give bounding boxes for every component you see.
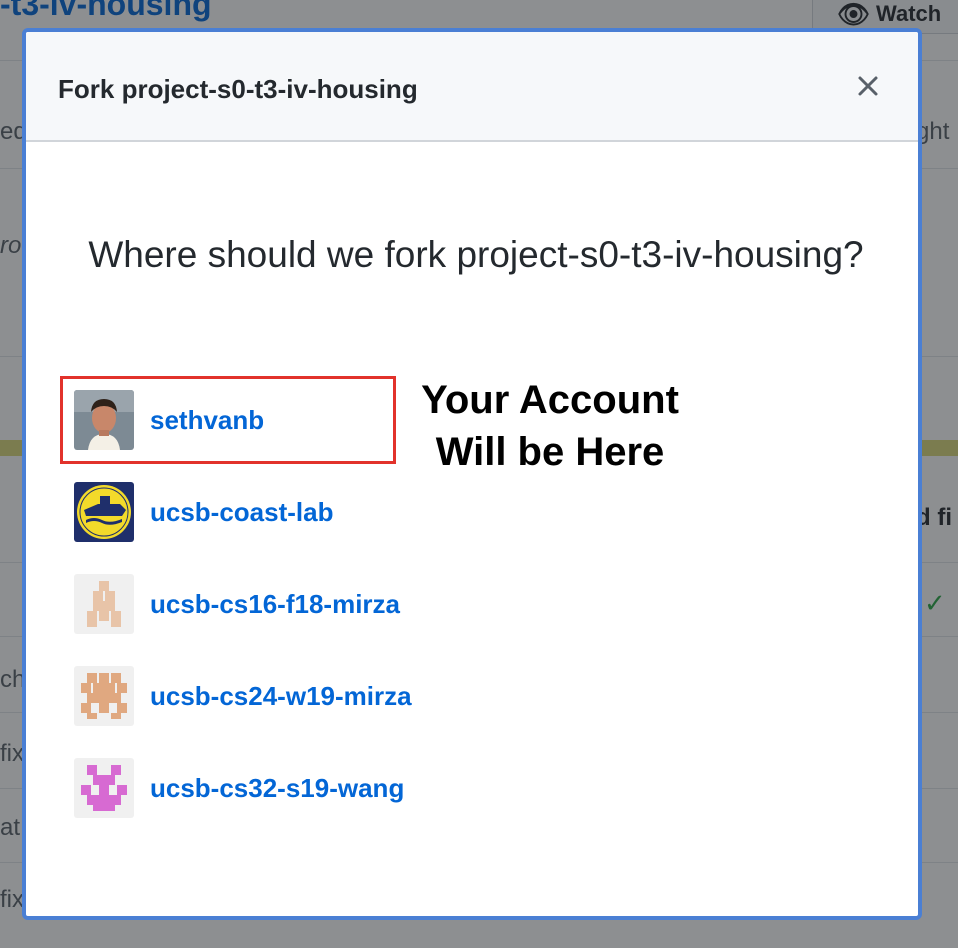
fork-question: Where should we fork project-s0-t3-iv-ho… <box>88 234 864 275</box>
close-icon <box>858 76 878 96</box>
dialog-title: Fork project-s0-t3-iv-housing <box>58 74 418 104</box>
avatar <box>74 666 134 726</box>
account-label[interactable]: ucsb-cs32-s19-wang <box>150 773 404 804</box>
account-label[interactable]: ucsb-cs24-w19-mirza <box>150 681 412 712</box>
avatar <box>74 482 134 542</box>
highlight-box <box>60 376 396 464</box>
annotation-callout: Your Account Will be Here <box>400 374 700 478</box>
account-option-ucsb-cs16-f18-mirza[interactable]: ucsb-cs16-f18-mirza <box>74 574 400 634</box>
avatar <box>74 574 134 634</box>
account-option-ucsb-cs24-w19-mirza[interactable]: ucsb-cs24-w19-mirza <box>74 666 412 726</box>
account-label[interactable]: ucsb-cs16-f18-mirza <box>150 589 400 620</box>
fork-dialog: Fork project-s0-t3-iv-housing Where shou… <box>22 28 922 920</box>
annotation-line: Your Account <box>421 378 679 422</box>
annotation-line: Will be Here <box>435 430 665 474</box>
avatar <box>74 758 134 818</box>
account-option-ucsb-coast-lab[interactable]: ucsb-coast-lab <box>74 482 334 542</box>
close-button[interactable] <box>848 66 888 106</box>
account-option-ucsb-cs32-s19-wang[interactable]: ucsb-cs32-s19-wang <box>74 758 404 818</box>
dialog-header: Fork project-s0-t3-iv-housing <box>26 32 918 142</box>
account-label[interactable]: ucsb-coast-lab <box>150 497 334 528</box>
